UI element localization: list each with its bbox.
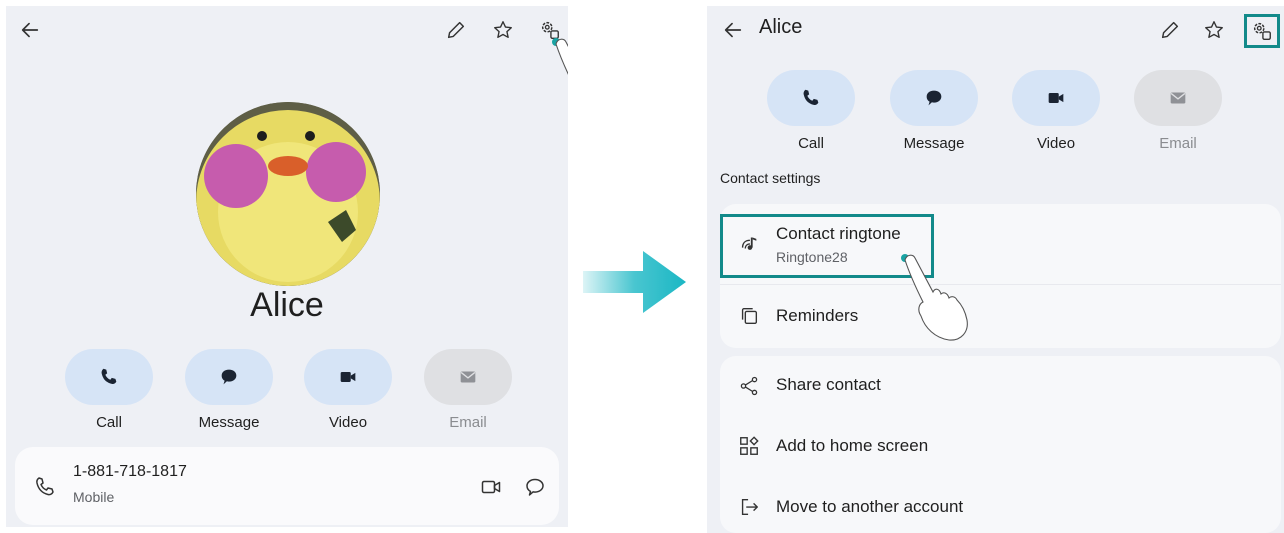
video-label: Video [1036,135,1076,152]
video-button[interactable] [1012,70,1100,126]
tap-hand-icon [901,254,968,341]
tap-hand-icon [552,38,568,75]
right-contact-settings-screen: Alice Call Message Video Email Contact s… [707,6,1284,533]
message-action[interactable]: Message [185,349,273,431]
email-button[interactable] [1134,70,1222,126]
star-icon[interactable] [1200,16,1228,44]
phone-icon [803,89,819,105]
move-account-label: Move to another account [776,497,964,516]
message-button[interactable] [890,70,978,126]
email-icon [460,371,476,383]
message-label: Message [198,414,260,431]
message-icon [926,90,942,106]
share-contact-row[interactable]: Share contact [720,356,1281,416]
back-arrow-icon[interactable] [16,16,44,44]
video-icon [1048,92,1064,104]
page-title: Alice [759,16,803,38]
share-icon [740,376,758,396]
move-account-row[interactable]: Move to another account [720,477,1281,533]
star-icon[interactable] [489,16,517,44]
call-action[interactable]: Call [65,349,153,431]
back-arrow-icon[interactable] [719,16,747,44]
avatar [196,102,380,286]
phone-number-card[interactable]: 1-881-718-1817 Mobile [15,447,559,525]
transition-arrow-icon [583,251,686,313]
email-label: Email [449,414,487,431]
move-account-icon [741,498,758,516]
message-button[interactable] [185,349,273,405]
contact-name: Alice [250,286,324,324]
share-contact-label: Share contact [776,375,881,394]
settings-icon[interactable] [1248,17,1276,45]
email-action[interactable]: Email [1134,70,1222,152]
divider [720,284,1281,285]
add-home-icon [740,436,759,455]
email-label: Email [1159,135,1197,152]
video-button[interactable] [304,349,392,405]
phone-number: 1-881-718-1817 [73,463,187,480]
call-label: Call [96,414,122,431]
reminders-row[interactable]: Reminders [720,286,1281,346]
video-icon [340,371,356,383]
email-button[interactable] [424,349,512,405]
message-label: Message [903,135,965,152]
email-icon [1170,92,1186,104]
call-label: Call [798,135,824,152]
add-home-label: Add to home screen [776,436,929,455]
pencil-icon[interactable] [442,16,470,44]
video-action[interactable]: Video [304,349,392,431]
phone-icon [101,368,117,384]
message-icon [221,369,237,385]
email-action[interactable]: Email [424,349,512,431]
call-button[interactable] [767,70,855,126]
video-call-icon[interactable] [479,475,503,499]
message-outline-icon[interactable] [523,475,547,499]
reminders-label: Reminders [776,306,859,325]
video-action[interactable]: Video [1012,70,1100,152]
section-title: Contact settings [720,170,821,186]
reminders-icon [741,307,758,325]
phone-type: Mobile [73,489,115,505]
call-action[interactable]: Call [767,70,855,152]
pencil-icon[interactable] [1156,16,1184,44]
left-contact-screen: Alice Call Message Video Email 1-881-718… [6,6,568,527]
call-button[interactable] [65,349,153,405]
phone-icon [36,477,54,496]
message-action[interactable]: Message [890,70,978,152]
video-label: Video [328,414,368,431]
add-home-row[interactable]: Add to home screen [720,416,1281,476]
contact-actions-card: Share contact Add to home screen Move to… [720,356,1281,533]
